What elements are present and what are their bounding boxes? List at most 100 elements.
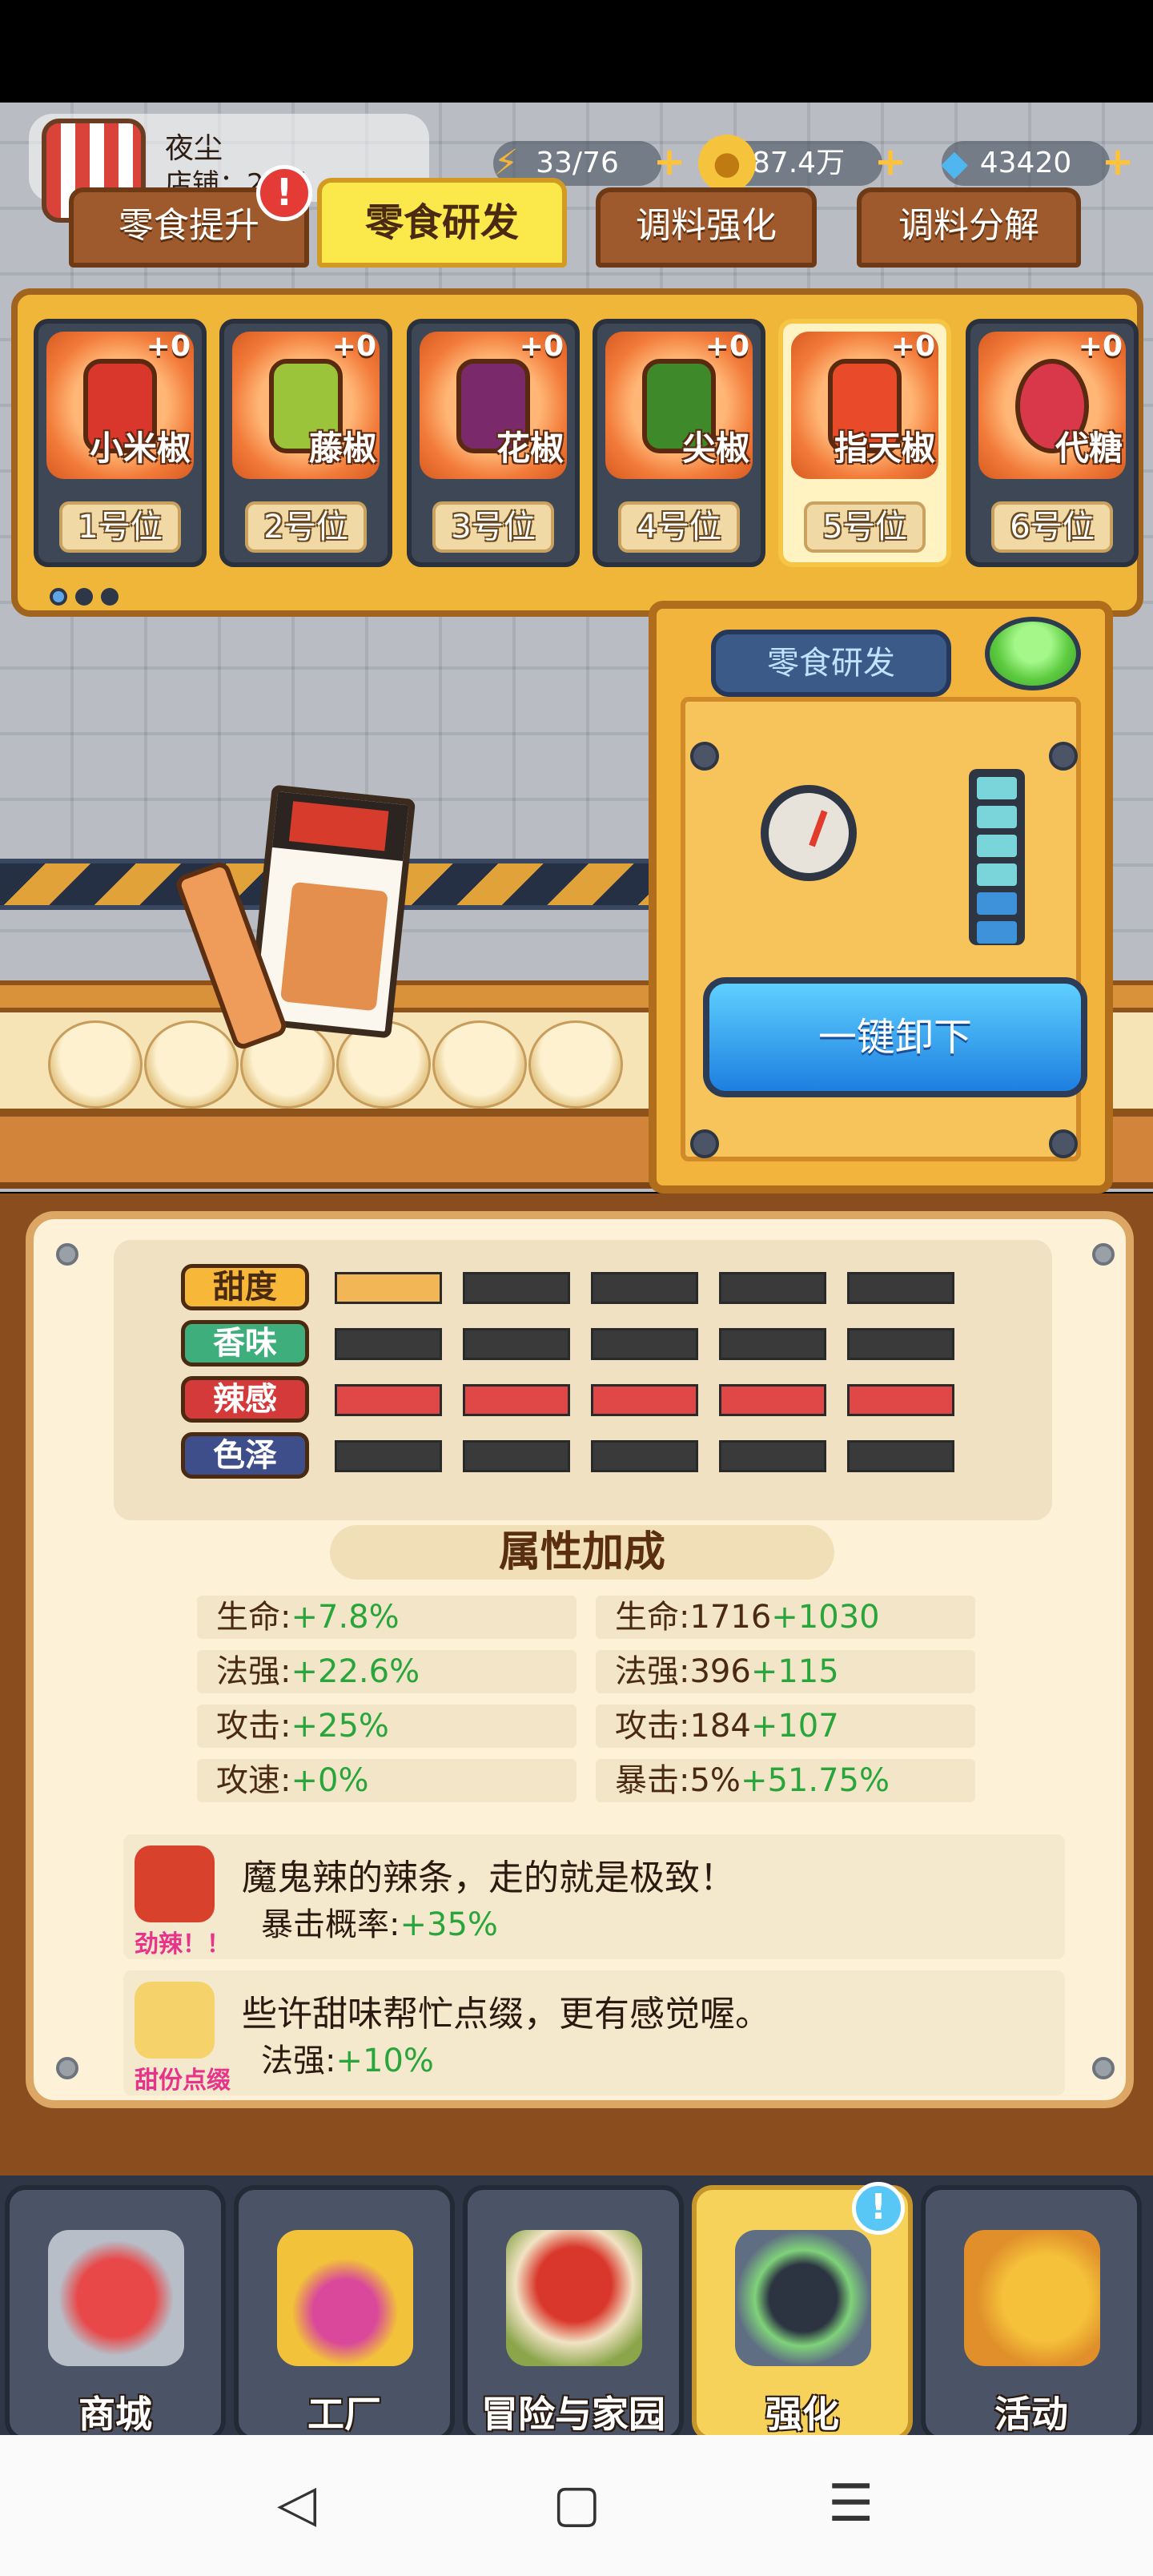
page-dot[interactable] bbox=[50, 588, 67, 606]
stat-bar-empty bbox=[591, 1328, 698, 1360]
player-name: 夜尘 bbox=[165, 132, 223, 165]
slot-3[interactable]: +0 花椒 3号位 bbox=[407, 319, 580, 567]
perk-tag: 劲辣！！ bbox=[135, 1930, 231, 1958]
stat-bar-filled bbox=[847, 1384, 954, 1416]
stat-bar-filled bbox=[719, 1384, 826, 1416]
nav-alert-badge: ! bbox=[852, 2182, 905, 2235]
nav-label: 冒险与家园 bbox=[481, 2393, 665, 2436]
slot-6[interactable]: +0 代糖 6号位 bbox=[966, 319, 1139, 567]
screw-icon bbox=[56, 2057, 78, 2079]
alert-badge: ! bbox=[256, 165, 312, 221]
belt-roller bbox=[528, 1020, 623, 1109]
coin-counter: ● 87.4万 + bbox=[698, 135, 906, 192]
stat-bar-empty bbox=[847, 1272, 954, 1304]
unload-all-button[interactable]: 一键卸下 bbox=[703, 977, 1087, 1097]
slot-position: 5号位 bbox=[804, 501, 926, 553]
stat-label: 香味 bbox=[181, 1320, 309, 1366]
nav-adventure[interactable]: 冒险与家园 bbox=[463, 2185, 684, 2441]
attr-speed-percent: 攻速:+0% bbox=[197, 1759, 576, 1802]
flavor-stats: 甜度 香味 辣感 色泽 bbox=[114, 1240, 1052, 1520]
slot-count: +0 bbox=[146, 330, 191, 363]
coin-value: 87.4万 bbox=[751, 147, 846, 179]
menu-icon[interactable]: ☰ bbox=[828, 2472, 874, 2536]
gauge-icon bbox=[761, 785, 857, 881]
tab-seasoning-decompose[interactable]: 调料分解 bbox=[857, 187, 1081, 268]
chili-icon bbox=[135, 1845, 215, 1922]
nav-label: 强化 bbox=[765, 2393, 839, 2436]
status-bar-area bbox=[0, 0, 1153, 103]
energy-value: 33/76 bbox=[536, 147, 619, 179]
slot-2[interactable]: +0 藤椒 2号位 bbox=[219, 319, 392, 567]
screw-icon bbox=[1092, 2057, 1115, 2079]
slot-4[interactable]: +0 尖椒 4号位 bbox=[593, 319, 765, 567]
perk-sweet: 甜份点缀 些许甜味帮忙点缀，更有感觉喔。 法强:+10% bbox=[123, 1970, 1065, 2095]
game-screen: 夜尘 店铺：23级 ⚡ 33/76 + ● 87.4万 + ◆ 43420 + … bbox=[0, 0, 1153, 2576]
nav-shop[interactable]: 商城 bbox=[5, 2185, 226, 2441]
bonus-title: 属性加成 bbox=[330, 1525, 834, 1580]
nav-label: 工厂 bbox=[307, 2393, 381, 2436]
back-icon[interactable]: ◁ bbox=[277, 2472, 316, 2536]
slot-position: 3号位 bbox=[432, 501, 554, 553]
home-icon[interactable]: ▢ bbox=[552, 2472, 601, 2536]
slot-count: +0 bbox=[1078, 330, 1123, 363]
screw-icon bbox=[1092, 1243, 1115, 1266]
attribute-panel: 甜度 香味 辣感 色泽 属性加成 生命:+7.8% 法强:+22.6% 攻击:+… bbox=[26, 1211, 1134, 2108]
slot-count: +0 bbox=[890, 330, 935, 363]
stat-bar-empty bbox=[463, 1272, 570, 1304]
stat-bar-filled bbox=[463, 1384, 570, 1416]
level-meter bbox=[969, 769, 1025, 945]
slot-name: 藤椒 bbox=[308, 429, 376, 468]
add-energy-button[interactable]: + bbox=[653, 141, 685, 186]
sugar-cube-icon bbox=[135, 1982, 215, 2059]
attr-magic-percent: 法强:+22.6% bbox=[197, 1650, 576, 1693]
stat-bar-empty bbox=[463, 1328, 570, 1360]
adventure-icon bbox=[506, 2230, 642, 2366]
stat-bar-empty bbox=[847, 1328, 954, 1360]
add-gems-button[interactable]: + bbox=[1102, 141, 1134, 186]
nav-events[interactable]: 活动 bbox=[921, 2185, 1142, 2441]
attr-magic-value: 法强:396+115 bbox=[596, 1650, 975, 1693]
slot-name: 代糖 bbox=[1055, 429, 1123, 468]
screw-icon bbox=[56, 1243, 78, 1266]
attr-crit-value: 暴击:5%+51.75% bbox=[596, 1759, 975, 1802]
slot-1[interactable]: +0 小米椒 1号位 bbox=[34, 319, 207, 567]
stat-bar-empty bbox=[463, 1440, 570, 1472]
stat-bar-empty bbox=[335, 1440, 442, 1472]
seasoning-slot-panel: +0 小米椒 1号位 +0 藤椒 2号位 +0 花椒 3号位 +0 尖椒 4号位… bbox=[11, 288, 1143, 617]
attr-hp-value: 生命:1716+1030 bbox=[596, 1596, 975, 1639]
slot-position: 4号位 bbox=[618, 501, 740, 553]
bottom-nav: 商城 工厂 冒险与家园 强化 活动 bbox=[0, 2176, 1153, 2441]
tab-seasoning-enhance[interactable]: 调料强化 bbox=[596, 187, 817, 268]
research-machine: 零食研发 一键卸下 bbox=[649, 601, 1113, 1193]
attr-attack-value: 攻击:184+107 bbox=[596, 1705, 975, 1748]
tab-snack-research[interactable]: 零食研发 bbox=[317, 178, 567, 268]
slot-count: +0 bbox=[519, 330, 564, 363]
attr-hp-percent: 生命:+7.8% bbox=[197, 1596, 576, 1639]
stat-bar-filled bbox=[335, 1272, 442, 1304]
stat-label: 色泽 bbox=[181, 1432, 309, 1479]
diamond-icon: ◆ bbox=[941, 143, 968, 183]
bolt-icon bbox=[1049, 1129, 1078, 1158]
page-dot[interactable] bbox=[75, 588, 93, 606]
stat-bar-empty bbox=[335, 1328, 442, 1360]
coin-icon: ● bbox=[698, 135, 756, 192]
perk-spicy: 劲辣！！ 魔鬼辣的辣条，走的就是极致！ 暴击概率:+35% bbox=[123, 1834, 1065, 1959]
cart-icon bbox=[48, 2230, 184, 2366]
nav-factory[interactable]: 工厂 bbox=[234, 2185, 455, 2441]
slot-name: 小米椒 bbox=[89, 429, 191, 468]
bolt-icon bbox=[690, 742, 719, 771]
perk-tag: 甜份点缀 bbox=[135, 2067, 231, 2095]
stat-bar-empty bbox=[719, 1272, 826, 1304]
machine-start-button[interactable] bbox=[985, 617, 1081, 690]
add-coins-button[interactable]: + bbox=[874, 141, 906, 186]
gem-value: 43420 bbox=[979, 147, 1072, 179]
gem-counter: ◆ 43420 + bbox=[941, 141, 1134, 186]
factory-icon bbox=[277, 2230, 413, 2366]
slot-count: +0 bbox=[331, 330, 376, 363]
stat-bar-empty bbox=[847, 1440, 954, 1472]
slot-position: 6号位 bbox=[991, 501, 1113, 553]
robot-icon bbox=[735, 2230, 871, 2366]
page-dot[interactable] bbox=[101, 588, 119, 606]
slot-5[interactable]: +0 指天椒 5号位 bbox=[778, 319, 951, 567]
system-navigation-bar: ◁ ▢ ☰ bbox=[0, 2435, 1153, 2576]
